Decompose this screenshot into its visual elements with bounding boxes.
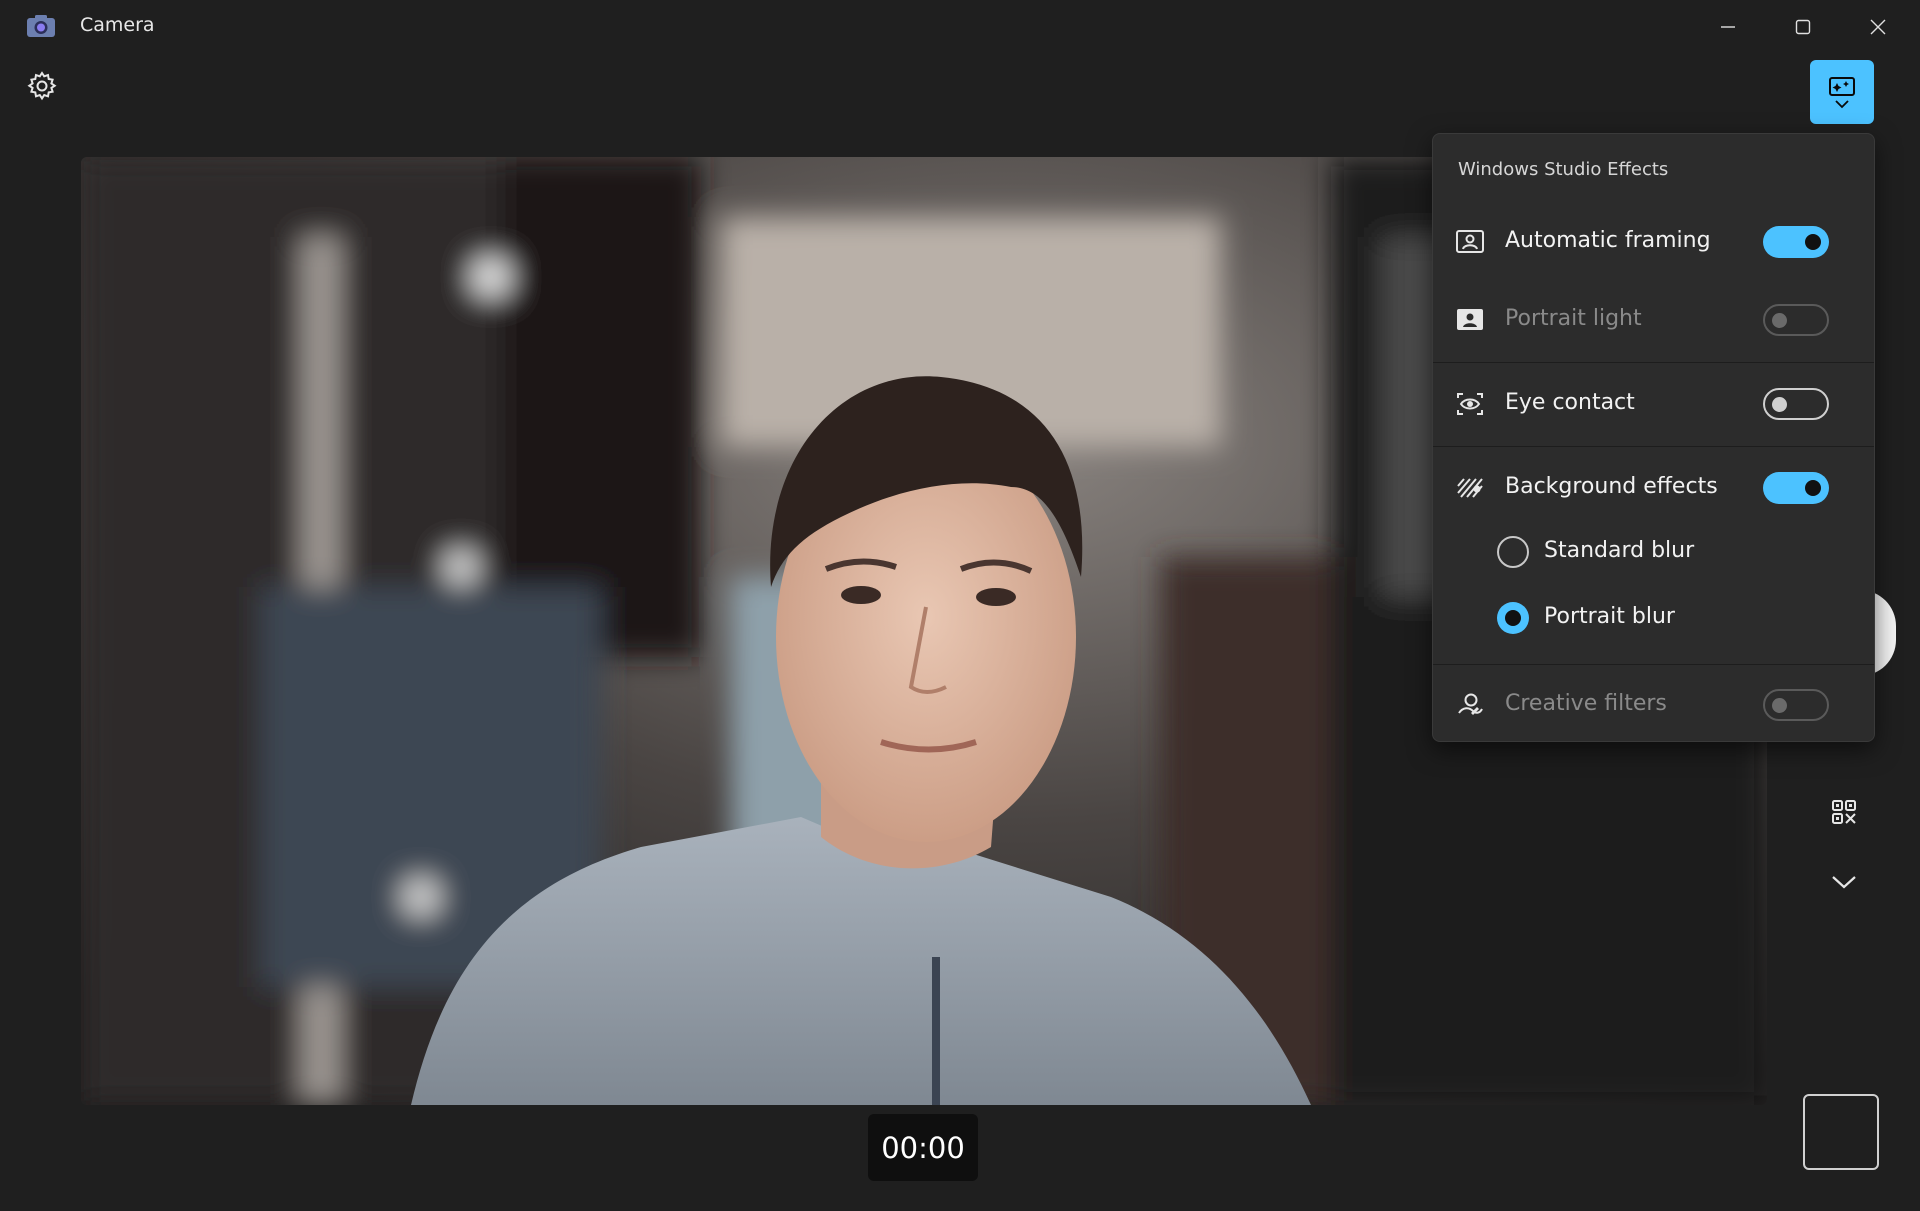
divider [1433,446,1874,447]
creative-filters-toggle [1763,689,1829,721]
background-effects-toggle[interactable] [1763,472,1829,504]
close-icon [1870,19,1886,35]
standard-blur-option[interactable]: Standard blur [1433,528,1874,578]
chevron-down-icon [1832,876,1856,889]
studio-effects-panel: Windows Studio Effects Automatic framing… [1432,133,1875,742]
portrait-light-icon [1457,309,1483,330]
portrait-blur-option[interactable]: Portrait blur [1433,594,1874,644]
recording-timer: 00:00 [868,1114,978,1181]
gallery-thumbnail[interactable] [1803,1094,1879,1170]
more-modes-button[interactable] [1824,862,1864,902]
camera-app-icon [27,15,55,37]
window-title: Camera [80,14,155,36]
creative-filters-label: Creative filters [1505,691,1667,716]
portrait-light-row: Portrait light [1433,290,1874,350]
standard-blur-label: Standard blur [1544,538,1695,563]
studio-effects-button[interactable] [1810,60,1874,124]
creative-filters-row: Creative filters [1433,675,1874,735]
divider [1433,362,1874,363]
qr-code-icon[interactable] [1824,792,1864,832]
automatic-framing-toggle[interactable] [1763,226,1829,258]
divider [1433,664,1874,665]
eye-contact-label: Eye contact [1505,390,1635,415]
automatic-framing-row[interactable]: Automatic framing [1433,212,1874,272]
portrait-blur-label: Portrait blur [1544,604,1675,629]
title-bar: Camera [0,0,1920,54]
eye-contact-icon [1457,393,1483,415]
background-effects-icon [1457,478,1483,498]
portrait-blur-radio[interactable] [1497,602,1529,634]
gear-icon[interactable] [26,70,58,102]
background-effects-row[interactable]: Background effects [1433,458,1874,518]
framing-icon [1456,230,1484,253]
eye-contact-toggle[interactable] [1763,388,1829,420]
panel-title: Windows Studio Effects [1458,159,1669,180]
minimize-icon [1721,26,1735,28]
portrait-light-label: Portrait light [1505,306,1642,331]
close-button[interactable] [1852,8,1904,46]
automatic-framing-label: Automatic framing [1505,228,1711,253]
maximize-icon [1795,19,1811,35]
standard-blur-radio[interactable] [1497,536,1529,568]
minimize-button[interactable] [1702,8,1754,46]
eye-contact-row[interactable]: Eye contact [1433,374,1874,434]
maximize-button[interactable] [1777,8,1829,46]
studio-effects-icon [1829,77,1855,96]
creative-filters-icon [1458,693,1483,715]
qr-scan-icon [1832,800,1856,824]
portrait-light-toggle [1763,304,1829,336]
background-effects-label: Background effects [1505,474,1718,499]
chevron-down-icon [1835,100,1849,109]
